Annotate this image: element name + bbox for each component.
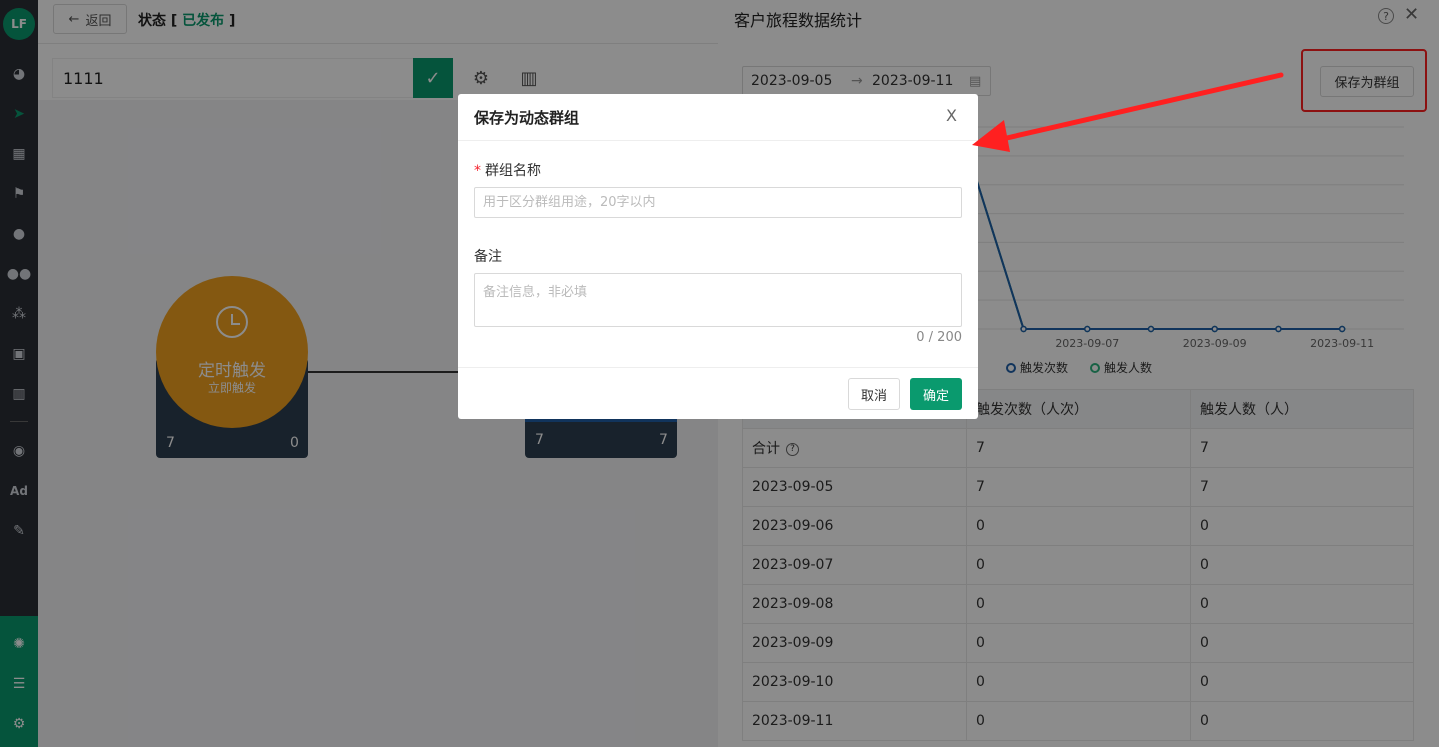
note-label: 备注 <box>474 249 502 265</box>
modal-footer-divider <box>458 367 978 368</box>
note-textarea[interactable] <box>474 273 962 327</box>
save-group-modal: 保存为动态群组 X *群组名称 备注 0 / 200 取消 确定 <box>458 94 978 419</box>
confirm-button[interactable]: 确定 <box>910 378 962 410</box>
cancel-button[interactable]: 取消 <box>848 378 900 410</box>
note-char-counter: 0 / 200 <box>916 330 962 345</box>
required-mark: * <box>474 163 481 179</box>
group-name-label: * 群组名称 <box>474 160 541 180</box>
close-icon[interactable]: X <box>946 106 957 125</box>
modal-header: 保存为动态群组 X <box>458 94 978 141</box>
group-name-input[interactable] <box>474 187 962 218</box>
group-name-label-text: 群组名称 <box>485 163 541 179</box>
modal-title: 保存为动态群组 <box>474 109 580 127</box>
